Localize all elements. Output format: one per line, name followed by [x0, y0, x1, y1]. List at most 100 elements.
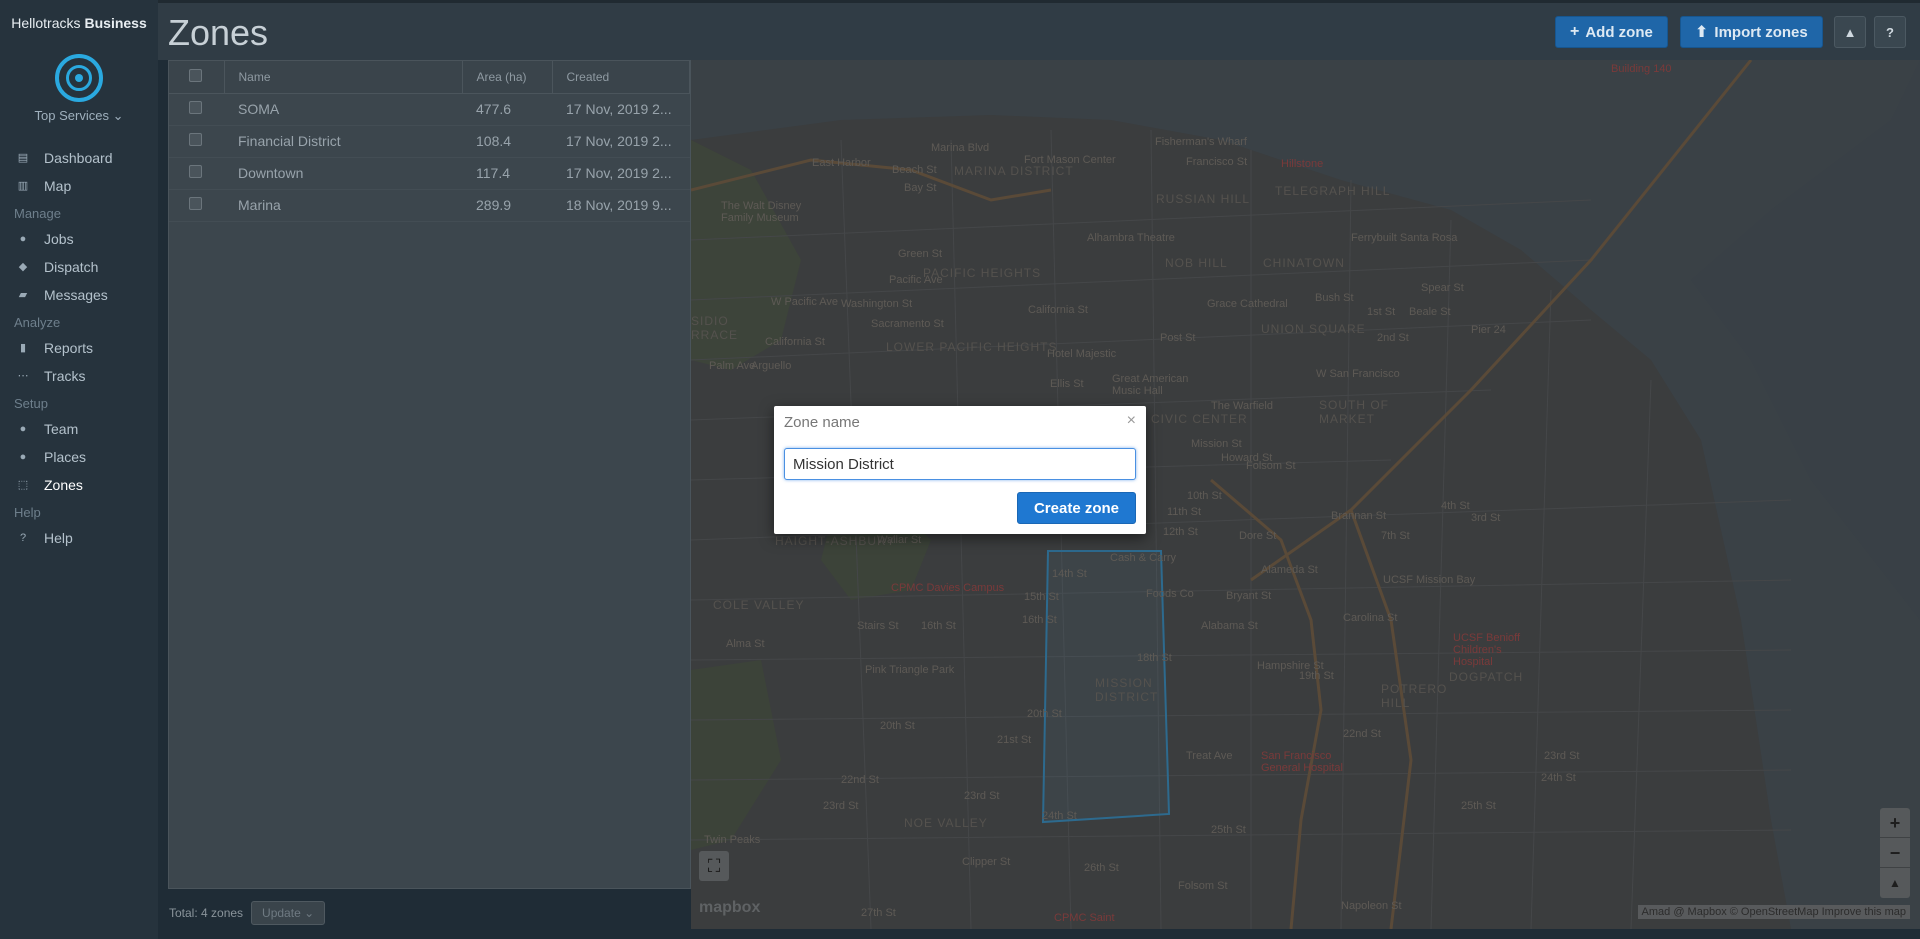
map-label: 11th St: [1167, 506, 1202, 518]
table-row[interactable]: Downtown 117.4 17 Nov, 2019 2...: [169, 157, 690, 190]
map-attribution[interactable]: Amad @ Mapbox © OpenStreetMap Improve th…: [1637, 905, 1910, 919]
dashboard-icon: ▤: [17, 152, 29, 164]
column-name[interactable]: Name: [224, 61, 463, 94]
map-label: Beale St: [1409, 306, 1451, 318]
table-footer: Total: 4 zones Update ⌄: [169, 898, 326, 928]
map-label: Hotel Majestic: [1047, 348, 1117, 360]
map-label: Fort Mason Center: [1024, 154, 1116, 166]
map-label: Stairs St: [857, 620, 899, 632]
row-select-cell: [169, 189, 224, 222]
import-zones-button[interactable]: ⬆ Import zones: [1680, 16, 1823, 48]
row-checkbox[interactable]: [189, 165, 202, 178]
mapbox-logo: mapbox: [699, 899, 761, 916]
messages-icon: ▰: [18, 289, 28, 301]
map-label: Spear St: [1421, 282, 1464, 294]
map-label: Building 140: [1611, 63, 1672, 75]
sidebar-item-reports[interactable]: ▮ Reports: [0, 334, 158, 362]
sidebar-item-help[interactable]: ? Help: [0, 524, 158, 552]
zone-created: 17 Nov, 2019 2...: [552, 157, 690, 190]
dialog-title: Zone name: [784, 414, 860, 431]
compass-button[interactable]: ▲: [1880, 868, 1910, 898]
zone-name: SOMA: [224, 93, 462, 126]
zones-table: Name Area (ha) Created SOMA 477.6 17 Nov…: [169, 61, 690, 222]
zoom-in-button[interactable]: +: [1880, 808, 1910, 838]
sidebar-item-messages[interactable]: ▰ Messages: [0, 281, 158, 309]
map-label: CIVIC CENTER: [1151, 412, 1248, 426]
add-zone-button[interactable]: + Add zone: [1555, 16, 1668, 48]
zone-area: 477.6: [462, 93, 552, 126]
import-zones-label: Import zones: [1714, 23, 1808, 41]
brand: Hellotracks Business: [0, 0, 158, 46]
sidebar-item-map[interactable]: ▥ Map: [0, 172, 158, 200]
reports-icon: ▮: [19, 342, 27, 354]
create-zone-button[interactable]: Create zone: [1016, 492, 1136, 524]
zones-icon: ⬚: [17, 479, 29, 491]
map-label: Great American Music Hall: [1112, 373, 1189, 397]
row-checkbox[interactable]: [189, 197, 202, 210]
places-icon: ●: [19, 451, 27, 463]
zoom-controls: + − ▲: [1880, 808, 1910, 898]
sidebar-item-places[interactable]: ● Places: [0, 443, 158, 471]
map-label: Mission St: [1191, 438, 1242, 450]
sidebar-item-team[interactable]: ● Team: [0, 415, 158, 443]
sidebar-item-jobs[interactable]: ● Jobs: [0, 225, 158, 253]
help-button[interactable]: ?: [1874, 16, 1906, 48]
sidebar-item-tracks[interactable]: ⋯ Tracks: [0, 362, 158, 390]
zone-name-input[interactable]: [784, 448, 1136, 480]
map-label: 25th St: [1211, 824, 1246, 836]
fullscreen-button[interactable]: ⛶: [699, 851, 729, 881]
map-label: 16th St: [921, 620, 956, 632]
zoom-out-button[interactable]: −: [1880, 838, 1910, 868]
row-checkbox[interactable]: [189, 133, 202, 146]
brand-prefix: Hellotracks: [11, 15, 81, 31]
map-label: TELEGRAPH HILL: [1275, 184, 1391, 198]
map-label: Beach St: [892, 164, 937, 176]
update-dropdown[interactable]: Update ⌄: [251, 901, 326, 925]
sidebar-section-setup: Setup: [14, 396, 48, 411]
table-row[interactable]: Marina 289.9 18 Nov, 2019 9...: [169, 189, 690, 222]
column-created[interactable]: Created: [552, 61, 690, 94]
close-icon[interactable]: ×: [1127, 412, 1136, 430]
sidebar-item-zones[interactable]: ⬚ Zones: [0, 471, 158, 499]
map-label: Alabama St: [1201, 620, 1258, 632]
help-icon: ?: [1886, 24, 1894, 40]
sidebar-item-label: Reports: [44, 340, 94, 356]
map-label: Green St: [898, 248, 943, 260]
org-selector[interactable]: Top Services ⌄: [0, 108, 158, 124]
map-label: Treat Ave: [1186, 750, 1233, 762]
map-label: Wallar St: [877, 534, 922, 546]
zone-created: 17 Nov, 2019 2...: [552, 125, 690, 158]
team-icon: ●: [19, 423, 27, 435]
sidebar-item-dashboard[interactable]: ▤ Dashboard: [0, 144, 158, 172]
dispatch-icon: ◆: [18, 261, 28, 273]
org-logo[interactable]: [55, 54, 103, 102]
map-label: Bay St: [904, 182, 937, 194]
map-label: UCSF Mission Bay: [1383, 574, 1476, 586]
map-label: 15th St: [1024, 591, 1059, 603]
map-label: RUSSIAN HILL: [1156, 192, 1251, 206]
map-label: Francisco St: [1186, 156, 1248, 168]
row-checkbox[interactable]: [189, 101, 202, 114]
jobs-icon: ●: [19, 233, 27, 245]
table-row[interactable]: SOMA 477.6 17 Nov, 2019 2...: [169, 93, 690, 126]
map-label: Brannan St: [1331, 510, 1387, 522]
map-label: Carolina St: [1343, 612, 1398, 624]
map-label: SIDIO: [691, 314, 729, 328]
notifications-button[interactable]: ▲: [1834, 16, 1866, 48]
tracks-icon: ⋯: [17, 370, 29, 382]
table-row[interactable]: Financial District 108.4 17 Nov, 2019 2.…: [169, 125, 690, 158]
map-label: 2nd St: [1377, 332, 1409, 344]
map-label: Bush St: [1315, 292, 1354, 304]
sidebar-item-dispatch[interactable]: ◆ Dispatch: [0, 253, 158, 281]
logo-dot: [75, 74, 83, 82]
select-all-checkbox[interactable]: [189, 68, 202, 82]
map-label: The Warfield: [1211, 400, 1273, 412]
column-area[interactable]: Area (ha): [462, 61, 553, 94]
map-label: W San Francisco: [1316, 368, 1400, 380]
zone-created: 17 Nov, 2019 2...: [552, 93, 690, 126]
map-label: 20th St: [1027, 708, 1062, 720]
map-label: 3rd St: [1471, 512, 1501, 524]
map-label: Ellis St: [1050, 378, 1084, 390]
map-label: 7th St: [1381, 530, 1410, 542]
sidebar-group-main: ▤ Dashboard ▥ Map: [0, 144, 158, 200]
